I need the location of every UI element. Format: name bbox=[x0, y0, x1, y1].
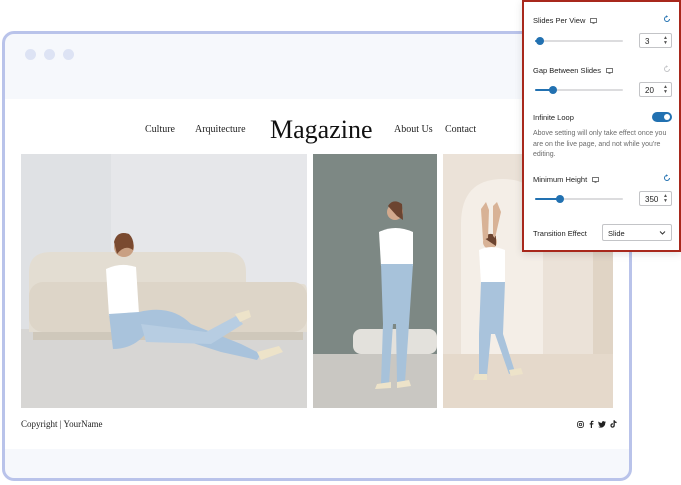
minimum-height-slider[interactable] bbox=[535, 195, 623, 203]
nav-link-about-us[interactable]: About Us bbox=[394, 124, 433, 135]
desktop-icon[interactable] bbox=[606, 67, 613, 74]
transition-effect-label: Transition Effect bbox=[533, 229, 587, 238]
gap-between-slides-value: 20 bbox=[645, 86, 654, 95]
slides-per-view-label: Slides Per View bbox=[533, 16, 586, 25]
transition-effect-select[interactable]: Slide bbox=[602, 224, 672, 241]
site-logo[interactable]: Magazine bbox=[270, 115, 373, 145]
slide-photo-1[interactable] bbox=[21, 154, 307, 408]
nav-link-contact[interactable]: Contact bbox=[445, 124, 476, 135]
tiktok-icon[interactable] bbox=[609, 420, 617, 428]
transition-effect-value: Slide bbox=[608, 229, 625, 238]
minimum-height-label-row: Minimum Height bbox=[533, 175, 600, 184]
slides-per-view-slider[interactable] bbox=[535, 37, 623, 45]
photo-woman-seated bbox=[21, 154, 307, 408]
infinite-loop-label: Infinite Loop bbox=[533, 113, 574, 122]
number-spinner-icon[interactable]: ▲ ▼ bbox=[663, 36, 668, 46]
minimum-height-input[interactable]: 350 ▲ ▼ bbox=[639, 191, 672, 206]
slider-settings-panel: Slides Per View 3 ▲ ▼ Gap Between Slides … bbox=[522, 0, 681, 252]
window-dot-minimize bbox=[44, 49, 55, 60]
instagram-icon[interactable] bbox=[576, 420, 584, 428]
twitter-icon[interactable] bbox=[598, 420, 606, 428]
infinite-loop-toggle[interactable] bbox=[652, 112, 672, 122]
window-dot-maximize bbox=[63, 49, 74, 60]
gap-between-slides-label-row: Gap Between Slides bbox=[533, 66, 613, 75]
window-dot-close bbox=[25, 49, 36, 60]
reset-icon-disabled bbox=[664, 65, 670, 72]
number-spinner-icon[interactable]: ▲ ▼ bbox=[663, 85, 668, 95]
nav-link-arquitecture[interactable]: Arquitecture bbox=[195, 124, 246, 135]
slides-per-view-value: 3 bbox=[645, 37, 650, 46]
facebook-icon[interactable] bbox=[587, 420, 595, 428]
transition-effect-label-row: Transition Effect bbox=[533, 229, 587, 238]
social-links bbox=[576, 420, 617, 428]
gap-between-slides-input[interactable]: 20 ▲ ▼ bbox=[639, 82, 672, 97]
nav-link-culture[interactable]: Culture bbox=[145, 124, 175, 135]
minimum-height-label: Minimum Height bbox=[533, 175, 588, 184]
toggle-knob bbox=[664, 114, 670, 120]
infinite-loop-help-text: Above setting will only take effect once… bbox=[533, 130, 667, 158]
window-controls bbox=[25, 49, 74, 60]
slides-per-view-input[interactable]: 3 ▲ ▼ bbox=[639, 33, 672, 48]
desktop-icon[interactable] bbox=[592, 176, 600, 183]
slides-per-view-slider-thumb[interactable] bbox=[536, 37, 545, 45]
footer-copyright: Copyright | YourName bbox=[21, 419, 103, 429]
minimum-height-slider-thumb[interactable] bbox=[555, 195, 564, 203]
number-spinner-icon[interactable]: ▲ ▼ bbox=[663, 194, 668, 204]
reset-icon[interactable] bbox=[663, 174, 671, 182]
gap-between-slides-slider-thumb[interactable] bbox=[548, 86, 557, 94]
slide-photo-2[interactable] bbox=[313, 154, 437, 408]
gap-between-slides-label: Gap Between Slides bbox=[533, 66, 601, 75]
photo-woman-standing-gray bbox=[313, 154, 437, 408]
minimum-height-value: 350 bbox=[645, 195, 659, 204]
gap-between-slides-slider[interactable] bbox=[535, 86, 623, 94]
chevron-down-icon bbox=[659, 231, 666, 235]
slides-per-view-label-row: Slides Per View bbox=[533, 16, 598, 25]
infinite-loop-label-row: Infinite Loop bbox=[533, 113, 574, 122]
desktop-icon[interactable] bbox=[590, 17, 598, 24]
reset-icon[interactable] bbox=[663, 15, 671, 23]
